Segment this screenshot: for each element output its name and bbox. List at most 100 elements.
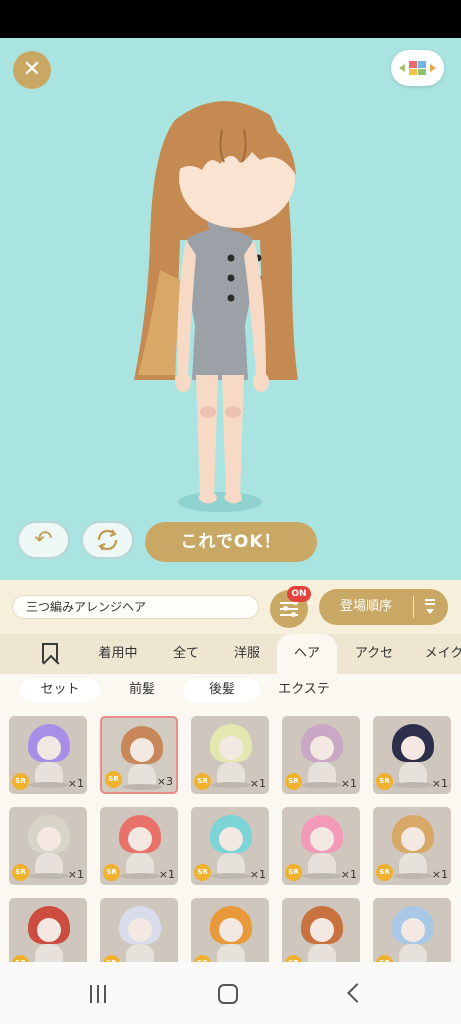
rarity-badge: SR [12, 864, 29, 881]
mannequin-face [128, 918, 152, 942]
mannequin-face [310, 827, 334, 851]
mannequin-body [35, 944, 63, 962]
tab-hair[interactable]: ヘア [277, 634, 337, 674]
mannequin-base [393, 873, 433, 879]
rarity-badge: SR [194, 864, 211, 881]
rarity-badge: SR [12, 773, 29, 790]
arrow-left-icon [399, 64, 405, 72]
tab-makeup[interactable]: メイク [414, 634, 461, 674]
mannequin-base [211, 782, 251, 788]
mannequin-body [217, 944, 245, 962]
rarity-badge: SR [103, 864, 120, 881]
hair-item[interactable]: SR [373, 898, 451, 962]
mannequin-face [130, 738, 154, 762]
rarity-badge: SR [285, 864, 302, 881]
subtab-back-hair[interactable]: 後髪 [184, 678, 260, 702]
home-icon[interactable] [218, 984, 238, 1004]
tab-accessories[interactable]: アクセ [343, 634, 405, 674]
quantity-label: ×1 [249, 868, 266, 881]
hair-item[interactable]: SR [191, 898, 269, 962]
filter-on-badge: ON [287, 586, 311, 602]
color-grid-icon [409, 61, 426, 75]
tab-wearing[interactable]: 着用中 [86, 634, 150, 674]
mannequin-face [37, 827, 61, 851]
mannequin-body [35, 853, 63, 875]
divider [413, 596, 414, 618]
tab-all[interactable]: 全て [160, 634, 212, 674]
quantity-label: ×1 [431, 868, 448, 881]
hair-item[interactable]: SR ×1 [373, 807, 451, 885]
mannequin-face [310, 918, 334, 942]
subtab-set[interactable]: セット [20, 678, 100, 702]
hair-item[interactable]: SR [100, 898, 178, 962]
hair-item[interactable]: SR ×1 [282, 716, 360, 794]
hair-item[interactable]: SR ×1 [282, 807, 360, 885]
undo-button[interactable]: ↶ [17, 521, 70, 559]
mannequin-body [308, 762, 336, 784]
mannequin-face [37, 918, 61, 942]
rarity-badge: SR [376, 773, 393, 790]
mannequin-base [120, 873, 160, 879]
mannequin-body [35, 762, 63, 784]
subtab-bangs[interactable]: 前髪 [102, 678, 182, 702]
hair-item[interactable]: SR ×1 [9, 807, 87, 885]
mannequin-base [393, 782, 433, 788]
mannequin-base [29, 782, 69, 788]
mannequin-body [399, 944, 427, 962]
mannequin-face [128, 827, 152, 851]
item-name-field: 三つ編みアレンジヘア [12, 595, 259, 619]
sort-direction-icon[interactable] [423, 598, 437, 616]
mannequin-body [308, 853, 336, 875]
status-bar [0, 0, 461, 38]
bookmark-icon[interactable] [42, 643, 58, 663]
refresh-icon [97, 529, 118, 551]
mannequin-body [217, 762, 245, 784]
mannequin-face [219, 827, 243, 851]
quantity-label: ×1 [249, 777, 266, 790]
sort-order-label: 登場順序 [339, 599, 392, 614]
mannequin-body [399, 762, 427, 784]
hair-item[interactable]: SR ×1 [191, 807, 269, 885]
hair-item[interactable]: SR ×1 [191, 716, 269, 794]
hair-item[interactable]: SR ×3 [100, 716, 178, 794]
rarity-badge: SR [285, 773, 302, 790]
sort-order-button[interactable]: 登場順序 [319, 589, 448, 625]
hair-item[interactable]: SR ×1 [373, 716, 451, 794]
mannequin-base [302, 873, 342, 879]
confirm-ok-button[interactable]: これでOK！ [145, 522, 317, 562]
hair-item[interactable]: SR [9, 898, 87, 962]
rarity-badge: SR [12, 955, 29, 962]
rarity-badge: SR [105, 771, 122, 788]
recent-apps-icon[interactable] [90, 985, 108, 1003]
quantity-label: ×1 [67, 868, 84, 881]
arrow-right-icon [430, 64, 436, 72]
mannequin-base [29, 873, 69, 879]
mannequin-face [401, 827, 425, 851]
randomize-button[interactable] [81, 521, 134, 559]
mannequin-face [219, 918, 243, 942]
avatar-character [134, 101, 298, 512]
quantity-label: ×1 [67, 777, 84, 790]
mannequin-base [302, 782, 342, 788]
mannequin-body [308, 944, 336, 962]
mannequin-body [126, 853, 154, 875]
quantity-label: ×1 [158, 868, 175, 881]
hair-item[interactable]: SR ×1 [100, 807, 178, 885]
quantity-label: ×1 [340, 777, 357, 790]
color-palette-button[interactable] [391, 50, 444, 86]
mannequin-body [217, 853, 245, 875]
hair-item[interactable]: SR ×1 [9, 716, 87, 794]
mannequin-face [37, 736, 61, 760]
rarity-badge: SR [194, 955, 211, 962]
subtab-extensions[interactable]: エクステ [264, 678, 344, 702]
quantity-label: ×1 [340, 868, 357, 881]
rarity-badge: SR [376, 955, 393, 962]
rarity-badge: SR [285, 955, 302, 962]
mannequin-face [219, 736, 243, 760]
hair-item[interactable]: SR [282, 898, 360, 962]
tab-clothes[interactable]: 洋服 [220, 634, 274, 674]
category-tabs: 着用中 全て 洋服 ヘア アクセ メイク [0, 634, 461, 674]
close-button[interactable]: ✕ [13, 51, 51, 89]
mannequin-face [401, 736, 425, 760]
mannequin-base [211, 873, 251, 879]
